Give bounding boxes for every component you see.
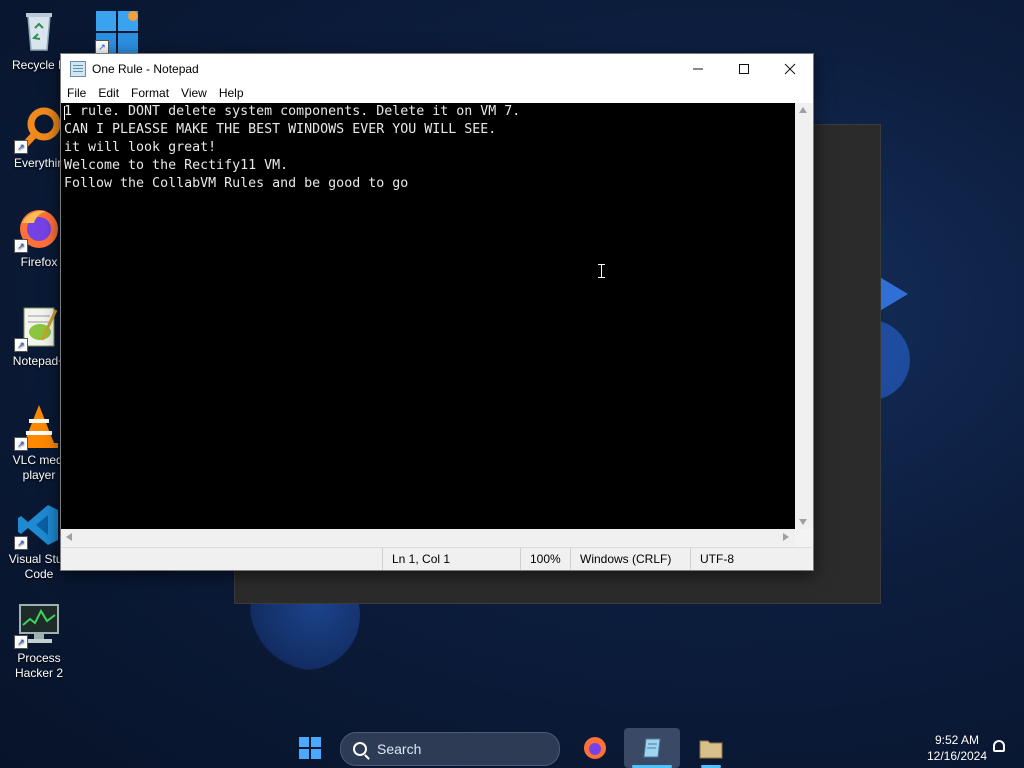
text-caret (64, 106, 65, 120)
taskbar-notepad[interactable] (624, 728, 680, 768)
windows-logo-icon (299, 737, 321, 759)
text-line: Welcome to the Rectify11 VM. (64, 158, 289, 173)
scroll-right-arrow-icon[interactable] (783, 533, 789, 541)
firefox-icon: ↗ (14, 205, 62, 253)
shortcut-arrow-icon: ↗ (14, 635, 28, 649)
start-button[interactable] (288, 728, 332, 768)
text-line: Follow the CollabVM Rules and be good to… (64, 176, 409, 191)
close-button[interactable] (767, 54, 813, 83)
desktop-icon-process-hacker[interactable]: ↗ Process Hacker 2 (0, 601, 78, 681)
shortcut-arrow-icon: ↗ (14, 239, 28, 253)
shortcut-arrow-icon: ↗ (14, 437, 28, 451)
status-bar: Ln 1, Col 1 100% Windows (CRLF) UTF-8 (61, 547, 812, 570)
taskbar-search-box[interactable]: Search (340, 732, 560, 766)
menu-help[interactable]: Help (213, 86, 250, 100)
title-bar[interactable]: One Rule - Notepad (61, 54, 813, 83)
minimize-button[interactable] (675, 54, 721, 83)
windows-app-icon[interactable]: ↗ (95, 10, 139, 54)
text-line: 1 rule. DONT delete system components. D… (64, 104, 521, 119)
menu-bar: File Edit Format View Help (61, 83, 813, 103)
firefox-icon (584, 737, 606, 759)
notification-bell-icon[interactable] (993, 740, 1005, 752)
shortcut-arrow-icon: ↗ (14, 536, 28, 550)
vscode-icon: ↗ (14, 502, 62, 550)
horizontal-scrollbar[interactable] (61, 529, 795, 546)
clock-date: 12/16/2024 (926, 749, 988, 763)
notepad-app-icon (70, 60, 86, 77)
taskbar: Search 9:52 AM 12/16/2024 (0, 728, 1024, 768)
wallpaper-shape (878, 276, 908, 312)
text-line: it will look great! (64, 140, 217, 155)
minimize-icon (693, 68, 703, 69)
taskbar-firefox[interactable] (572, 728, 618, 768)
text-line: CAN I PLEASSE MAKE THE BEST WINDOWS EVER… (64, 122, 497, 137)
menu-edit[interactable]: Edit (92, 86, 125, 100)
encoding: UTF-8 (690, 548, 800, 570)
desktop-icon-label: Hacker 2 (14, 666, 64, 680)
taskbar-file-explorer[interactable] (686, 728, 736, 768)
notepad-plus-plus-icon: ↗ (14, 304, 62, 352)
notepad-icon (643, 738, 661, 758)
search-placeholder: Search (377, 741, 422, 757)
scroll-down-arrow-icon[interactable] (799, 519, 807, 525)
scroll-up-arrow-icon[interactable] (799, 107, 807, 113)
desktop-icon-label: Process (17, 651, 61, 665)
process-hacker-icon: ↗ (14, 601, 62, 649)
scroll-left-arrow-icon[interactable] (66, 533, 72, 541)
text-editor-area[interactable]: 1 rule. DONT delete system components. D… (61, 103, 795, 529)
maximize-icon (739, 63, 749, 74)
cursor-position: Ln 1, Col 1 (382, 548, 510, 570)
menu-file[interactable]: File (61, 86, 92, 100)
clock-time: 9:52 AM (934, 733, 980, 747)
shortcut-arrow-icon: ↗ (14, 140, 28, 154)
close-icon (784, 63, 796, 74)
maximize-button[interactable] (721, 54, 767, 83)
mouse-ibeam-cursor-icon (598, 264, 605, 278)
window-title: One Rule - Notepad (92, 61, 199, 76)
recycle-bin-icon (16, 8, 62, 54)
search-icon (353, 742, 367, 756)
menu-view[interactable]: View (175, 86, 213, 100)
shortcut-arrow-icon: ↗ (95, 40, 109, 54)
folder-icon (699, 740, 723, 759)
vertical-scrollbar[interactable] (795, 103, 812, 529)
menu-format[interactable]: Format (125, 86, 175, 100)
notepad-window[interactable]: One Rule - Notepad File Edit Format View… (60, 53, 814, 571)
vlc-icon: ↗ (14, 403, 62, 451)
line-ending: Windows (CRLF) (570, 548, 690, 570)
shortcut-arrow-icon: ↗ (14, 338, 28, 352)
system-clock[interactable]: 9:52 AM 12/16/2024 (920, 732, 994, 764)
everything-search-icon: ↗ (14, 106, 62, 154)
